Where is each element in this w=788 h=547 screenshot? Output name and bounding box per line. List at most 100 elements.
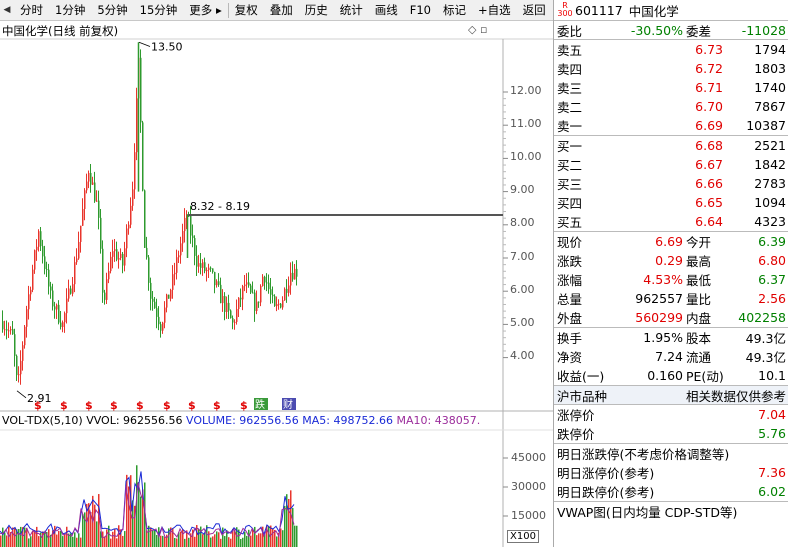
bid-row[interactable]: 买二 6.67 1842 [554, 155, 788, 174]
candlestick-body [146, 247, 148, 258]
candlestick-body [202, 262, 204, 268]
vwap-link[interactable]: VWAP图(日内均量 CDP-STD等) [554, 502, 788, 521]
candlestick-body [242, 286, 244, 300]
stat-value: 1.95% [643, 330, 683, 345]
toolbar-item-overlay[interactable]: 叠加 [264, 0, 299, 21]
quote-panel: R 300 601117 中国化学 委比 -30.50% 委差 -11028 卖… [553, 0, 788, 547]
bid-row[interactable]: 买五 6.64 4323 [554, 212, 788, 231]
candlestick-body [232, 318, 234, 323]
candlestick-body [198, 263, 200, 267]
ask-label: 卖五 [557, 43, 583, 58]
stat-row: 总量 962557 量比 2.56 [554, 289, 788, 308]
ask-row[interactable]: 卖五 6.73 1794 [554, 40, 788, 59]
dividend-marker: $ [163, 399, 171, 412]
ask-row[interactable]: 卖一 6.69 10387 [554, 116, 788, 135]
volume-bar [56, 534, 58, 547]
candlestick-body [22, 345, 24, 361]
high-price-label: 13.50 [151, 41, 183, 54]
toolbar-item-stats[interactable]: 统计 [334, 0, 369, 21]
volume-bar [36, 526, 38, 547]
candlestick-body [168, 294, 170, 299]
candlestick-body [52, 290, 54, 307]
stat-row: 涨跌 0.29 最高 6.80 [554, 251, 788, 270]
toolbar-item-draw[interactable]: 画线 [369, 0, 404, 21]
volume-bar [272, 529, 274, 547]
kline-chart-area[interactable]: 13.50 2.91 8.32 - 8.19 $ $ $ $ $ $ $ $ $ 跌财 中国化学(日线 … [0, 21, 553, 547]
volume-bar [240, 538, 242, 547]
candlestick-body [114, 249, 116, 252]
volume-indicator-name[interactable]: VOL-TDX(5,10) [2, 414, 83, 427]
candlestick-body [132, 189, 134, 206]
dividend-marker: $ [188, 399, 196, 412]
market-section-header[interactable]: 沪市品种 相关数据仅供参考 [554, 386, 788, 405]
dividend-marker: $ [60, 399, 68, 412]
bid-row[interactable]: 买四 6.65 1094 [554, 193, 788, 212]
stock-terminal-window: ◀ 分时 1分钟 5分钟 15分钟 更多 ▸ 复权 叠加 历史 统计 画线 F1… [0, 0, 788, 547]
candlestick-body [96, 200, 98, 202]
dividend-marker: $ [136, 399, 144, 412]
stat-value: 7.24 [655, 349, 683, 364]
toolbar-item-15min[interactable]: 15分钟 [134, 0, 184, 21]
volume-bar [12, 527, 14, 547]
ask-row[interactable]: 卖三 6.71 1740 [554, 78, 788, 97]
candlestick-body [152, 298, 154, 302]
weibi-label: 委比 [557, 23, 583, 39]
price-axis-tick: 8.00 [510, 216, 535, 229]
volume-bar [48, 529, 50, 547]
candlestick-body [46, 269, 48, 271]
volume-axis-tick: 15000 [511, 509, 546, 522]
candlestick-body [284, 288, 286, 301]
toolbar-item-mark[interactable]: 标记 [437, 0, 472, 21]
volume-bar [276, 536, 278, 547]
volume-bar [222, 527, 224, 547]
volume-bar [112, 531, 114, 547]
candlestick-body [42, 246, 44, 257]
price-axis-tick: 7.00 [510, 250, 535, 263]
ask-row[interactable]: 卖二 6.70 7867 [554, 97, 788, 116]
price-range-label: 8.32 - 8.19 [190, 200, 250, 213]
toolbar-item-5min[interactable]: 5分钟 [91, 0, 133, 21]
volume-bar [82, 514, 84, 547]
candlestick-body [172, 274, 174, 290]
ma10-value: MA10: 438057. [396, 414, 481, 427]
toolbar-scroll-left-icon[interactable]: ◀ [0, 5, 14, 15]
volume-bar [242, 537, 244, 547]
next-limit-down-label: 明日跌停价(参考) [557, 485, 655, 500]
toolbar-item-add-watchlist[interactable]: +自选 [472, 0, 517, 21]
weicha-value: -11028 [741, 22, 786, 38]
bid-row[interactable]: 买三 6.66 2783 [554, 174, 788, 193]
stat-value: 49.3亿 [745, 350, 786, 365]
volume-bar [78, 533, 80, 547]
candlestick-body [126, 228, 128, 249]
candlestick-body [294, 268, 296, 280]
bid-row[interactable]: 买一 6.68 2521 [554, 136, 788, 155]
bid-price: 6.68 [695, 138, 723, 153]
kline-chart-canvas[interactable]: 13.502.918.32 - 8.19$ $ $ $ $ $ $ $ $ 跌财 [0, 21, 553, 547]
stat-value: 10.1 [758, 368, 786, 383]
volume-bar [198, 528, 200, 547]
chart-title: 中国化学(日线 前复权) [2, 24, 119, 38]
toolbar-item-1min[interactable]: 1分钟 [49, 0, 91, 21]
stat-label: 内盘 [686, 311, 712, 326]
volume-bar [246, 535, 248, 547]
dividend-marker: $ [213, 399, 221, 412]
toolbar-item-intraday[interactable]: 分时 [14, 0, 49, 21]
ask-row[interactable]: 卖四 6.72 1803 [554, 59, 788, 78]
volume-bar [290, 490, 292, 547]
volume-axis-tick: 45000 [511, 451, 546, 464]
ask-price: 6.72 [695, 61, 723, 76]
candlestick-body [286, 288, 288, 293]
toolbar-item-more[interactable]: 更多 ▸ [183, 0, 227, 21]
toolbar-item-f10[interactable]: F10 [404, 0, 437, 21]
toolbar-item-back[interactable]: 返回 [517, 0, 552, 21]
candlestick-body [122, 253, 124, 266]
volume-bar [76, 537, 78, 547]
toolbar-item-adjust[interactable]: 复权 [229, 0, 264, 21]
ask-price: 6.71 [695, 80, 723, 95]
toolbar-item-history[interactable]: 历史 [299, 0, 334, 21]
stat-label: 最低 [686, 273, 712, 288]
quote-header: R 300 601117 中国化学 [554, 0, 788, 21]
chart-settings-icon[interactable]: ◇ ▫ [468, 23, 487, 36]
special-marker: 跌 [255, 398, 265, 411]
bid-volume: 2521 [754, 138, 786, 153]
